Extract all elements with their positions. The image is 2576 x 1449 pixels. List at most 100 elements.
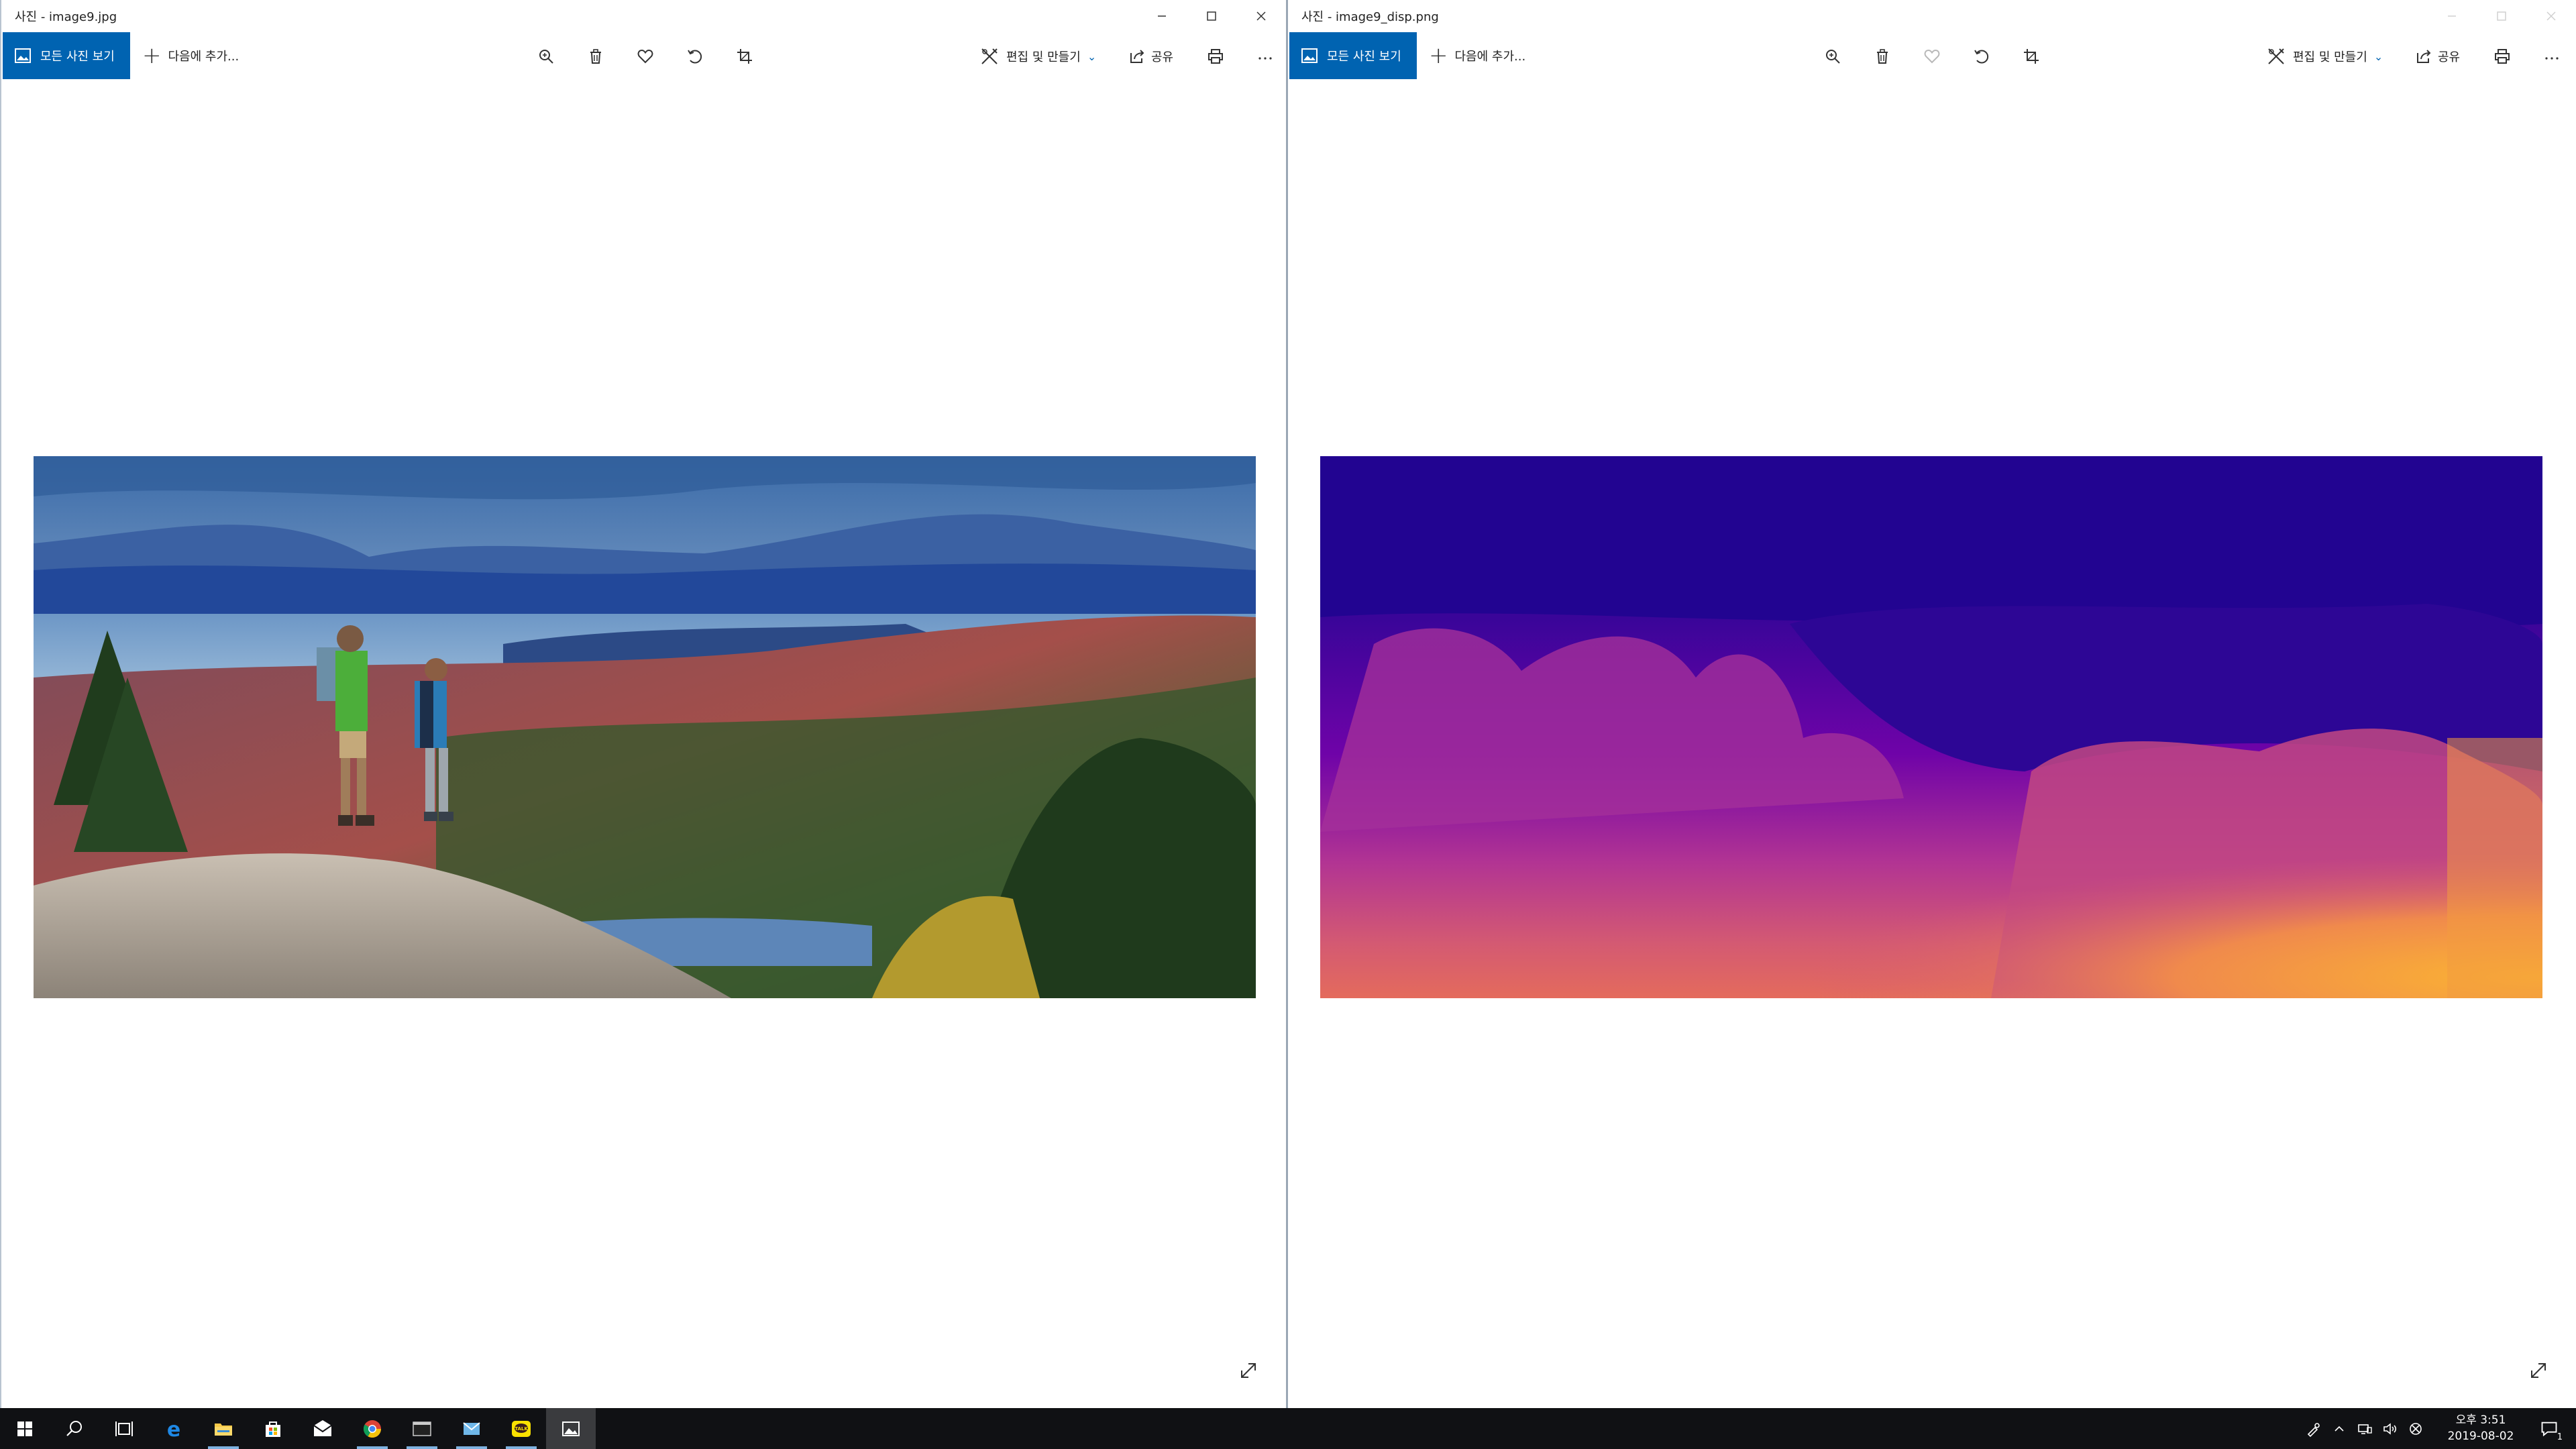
trash-icon: [590, 49, 601, 64]
photo-disparity-map: [1320, 456, 2542, 998]
crop-icon: [737, 49, 752, 64]
photo-toolbar: 모든 사진 보기 + 다음에 추가... 편집 및 만들기 ⌄ 공유: [1288, 32, 2576, 79]
more-options-button[interactable]: [2537, 42, 2567, 71]
all-photos-button[interactable]: 모든 사진 보기: [1289, 32, 1417, 79]
taskbar-mail[interactable]: [298, 1408, 347, 1449]
maximize-button[interactable]: [2477, 0, 2526, 32]
taskbar: e TALK 오후 3:51 2019-08-02 1: [0, 1408, 2576, 1449]
taskbar-file-explorer[interactable]: [199, 1408, 248, 1449]
zoom-icon: [1826, 50, 1840, 64]
taskbar-chrome[interactable]: [347, 1408, 397, 1449]
pen-icon: [2307, 1422, 2320, 1437]
favorite-button[interactable]: [631, 42, 660, 71]
more-options-button[interactable]: [1250, 42, 1280, 71]
crop-button[interactable]: [730, 42, 759, 71]
minimize-button[interactable]: [1137, 0, 1187, 32]
window-title: 사진 - image9.jpg: [15, 10, 117, 24]
full-screen-button[interactable]: [2526, 1358, 2551, 1383]
favorite-button[interactable]: [1917, 42, 1947, 71]
svg-text:TALK: TALK: [515, 1426, 528, 1432]
action-center-button[interactable]: 1: [2529, 1408, 2569, 1449]
edit-create-label: 편집 및 만들기: [2293, 50, 2367, 64]
svg-text:e: e: [167, 1418, 180, 1440]
volume-button[interactable]: [2377, 1408, 2403, 1449]
show-hidden-icons-button[interactable]: [2326, 1408, 2352, 1449]
ellipsis-icon: [2545, 57, 2559, 60]
zoom-button[interactable]: [1818, 42, 1847, 71]
edit-pencil-icon: [2268, 48, 2284, 64]
taskbar-edge[interactable]: e: [149, 1408, 199, 1449]
print-button[interactable]: [1201, 42, 1230, 71]
plus-icon: +: [142, 42, 162, 69]
share-icon: [1130, 50, 1144, 63]
title-bar[interactable]: 사진 - image9.jpg: [1, 0, 1286, 32]
kakaotalk-icon: TALK: [512, 1420, 531, 1437]
share-label: 공유: [2438, 50, 2461, 64]
taskbar-store[interactable]: [248, 1408, 298, 1449]
window-title: 사진 - image9_disp.png: [1301, 10, 1439, 24]
clock-time: 오후 3:51: [2455, 1413, 2506, 1427]
taskbar-photos[interactable]: [546, 1408, 596, 1449]
heart-icon: [1924, 49, 1940, 64]
notification-count: 1: [2557, 1432, 2563, 1442]
picture-icon: [15, 48, 31, 63]
share-icon: [2417, 50, 2431, 63]
delete-button[interactable]: [1868, 42, 1897, 71]
photos-window-right: 사진 - image9_disp.png 모든 사진 보기 + 다음에 추가..…: [1288, 0, 2576, 1408]
expand-icon: [2531, 1363, 2546, 1378]
delete-button[interactable]: [581, 42, 610, 71]
close-button[interactable]: [2526, 0, 2576, 32]
edit-create-button[interactable]: 편집 및 만들기 ⌄: [2266, 42, 2383, 71]
network-icon: [2358, 1424, 2372, 1434]
network-button[interactable]: [2352, 1408, 2377, 1449]
task-view-button[interactable]: [99, 1408, 149, 1449]
terminal-icon: [413, 1421, 431, 1436]
chrome-icon: [363, 1419, 382, 1438]
taskbar-terminal[interactable]: [397, 1408, 447, 1449]
rotate-button[interactable]: [1967, 42, 1996, 71]
add-to-button[interactable]: + 다음에 추가...: [142, 32, 239, 79]
system-tray: [2301, 1408, 2428, 1449]
rotate-icon: [1974, 50, 1989, 64]
crop-button[interactable]: [2017, 42, 2046, 71]
minimize-button[interactable]: [2427, 0, 2477, 32]
edit-create-button[interactable]: 편집 및 만들기 ⌄: [979, 42, 1096, 71]
all-photos-label: 모든 사진 보기: [40, 50, 115, 64]
ellipsis-icon: [1258, 57, 1272, 60]
close-button[interactable]: [1236, 0, 1286, 32]
outlook-icon: [463, 1421, 480, 1435]
add-to-button[interactable]: + 다음에 추가...: [1429, 32, 1525, 79]
start-button[interactable]: [0, 1408, 50, 1449]
task-view-icon: [115, 1421, 133, 1436]
ime-status-button[interactable]: [2403, 1408, 2428, 1449]
add-to-label: 다음에 추가...: [1454, 50, 1526, 64]
edge-icon: e: [167, 1418, 180, 1440]
taskbar-kakaotalk[interactable]: TALK: [496, 1408, 546, 1449]
add-to-label: 다음에 추가...: [168, 50, 239, 64]
share-button[interactable]: 공유: [2415, 42, 2460, 71]
picture-icon: [1301, 48, 1318, 63]
printer-icon: [1208, 49, 1223, 64]
desktop: 사진 - image9.jpg 모든 사진 보기 + 다음에 추가... 편집 …: [0, 0, 2576, 1449]
rotate-icon: [688, 50, 702, 64]
rotate-button[interactable]: [680, 42, 710, 71]
speaker-icon: [2383, 1422, 2397, 1435]
system-clock[interactable]: 오후 3:51 2019-08-02: [2440, 1412, 2521, 1444]
edit-pencil-icon: [981, 48, 998, 64]
maximize-button[interactable]: [1187, 0, 1236, 32]
clock-date: 2019-08-02: [2447, 1430, 2514, 1443]
store-icon: [266, 1421, 280, 1437]
search-button[interactable]: [50, 1408, 99, 1449]
print-button[interactable]: [2487, 42, 2517, 71]
zoom-button[interactable]: [531, 42, 561, 71]
photo-landscape: [34, 456, 1256, 998]
pen-workspace-button[interactable]: [2301, 1408, 2326, 1449]
share-button[interactable]: 공유: [1128, 42, 1173, 71]
edit-create-label: 편집 및 만들기: [1006, 50, 1081, 64]
taskbar-outlook[interactable]: [447, 1408, 496, 1449]
chevron-up-icon: [2334, 1426, 2344, 1432]
title-bar[interactable]: 사진 - image9_disp.png: [1288, 0, 2576, 32]
photos-window-left: 사진 - image9.jpg 모든 사진 보기 + 다음에 추가... 편집 …: [0, 0, 1288, 1408]
full-screen-button[interactable]: [1236, 1358, 1260, 1383]
all-photos-button[interactable]: 모든 사진 보기: [3, 32, 130, 79]
